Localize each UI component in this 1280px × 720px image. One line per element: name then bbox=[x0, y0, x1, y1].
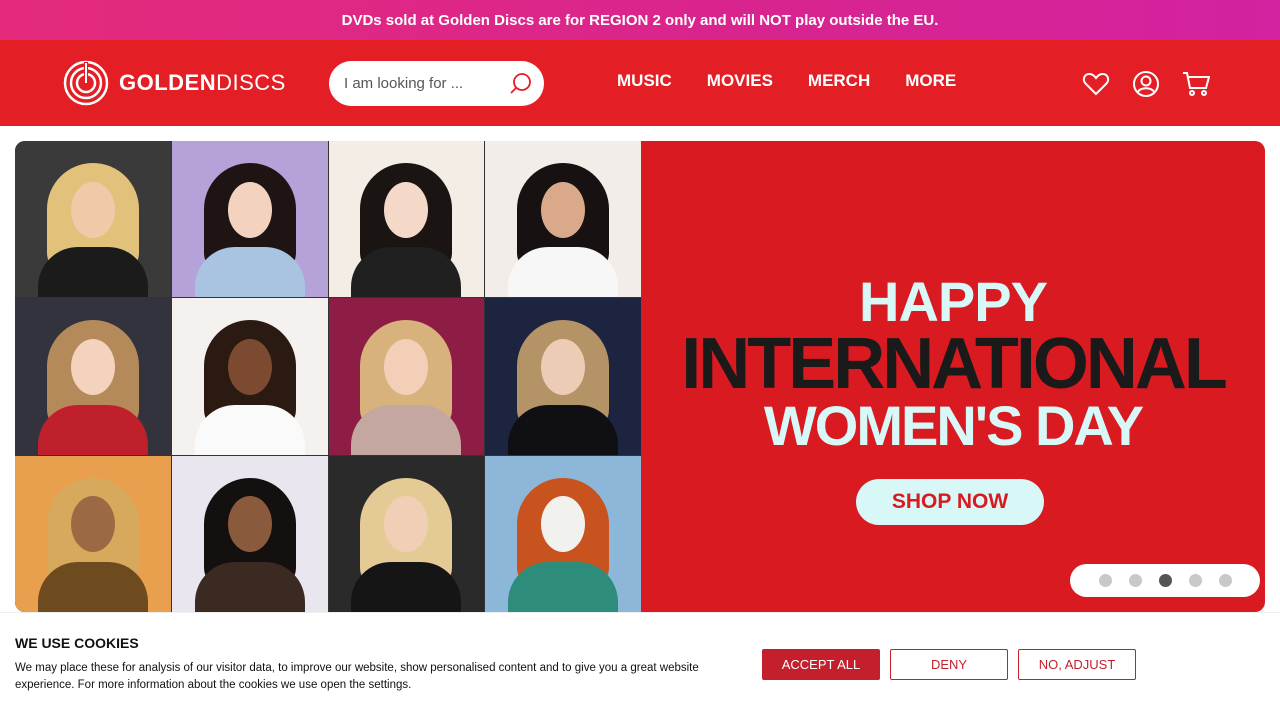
artist-photo bbox=[328, 298, 485, 455]
carousel-pagination bbox=[1070, 564, 1260, 597]
region-announcement-bar: DVDs sold at Golden Discs are for REGION… bbox=[0, 0, 1280, 40]
cookie-title: WE USE COOKIES bbox=[15, 635, 139, 651]
cart-icon[interactable] bbox=[1182, 70, 1211, 98]
hero-banner[interactable]: HAPPY INTERNATIONAL WOMEN'S DAY SHOP NOW bbox=[15, 141, 1265, 612]
adjust-button[interactable]: NO, ADJUST bbox=[1018, 649, 1136, 680]
artist-photo bbox=[171, 455, 328, 612]
cookie-banner: WE USE COOKIES We may place these for an… bbox=[0, 612, 1280, 720]
carousel-dot-2[interactable] bbox=[1128, 574, 1142, 587]
logo-wordmark: GOLDENDISCS bbox=[119, 70, 286, 95]
shop-now-button[interactable]: SHOP NOW bbox=[856, 479, 1044, 525]
promo-panel: HAPPY INTERNATIONAL WOMEN'S DAY SHOP NOW bbox=[641, 141, 1265, 612]
artist-photo bbox=[171, 298, 328, 455]
header-actions bbox=[1082, 70, 1211, 98]
disc-logo-icon bbox=[63, 60, 109, 106]
artist-photo bbox=[485, 141, 641, 298]
carousel-dot-4[interactable] bbox=[1188, 574, 1202, 587]
cookie-text: We may place these for analysis of our v… bbox=[15, 662, 699, 691]
nav-merch[interactable]: MERCH bbox=[808, 71, 870, 91]
nav-music[interactable]: MUSIC bbox=[617, 71, 672, 91]
golden-discs-logo[interactable]: GOLDENDISCS bbox=[63, 60, 286, 106]
artist-photo bbox=[15, 141, 171, 298]
artist-photo bbox=[485, 455, 641, 612]
nav-more[interactable]: MORE bbox=[905, 71, 956, 91]
site-header: GOLDENDISCS MUSIC MOVIES MERCH MORE bbox=[0, 40, 1280, 126]
heart-icon[interactable] bbox=[1082, 70, 1110, 98]
carousel-dot-3[interactable] bbox=[1158, 574, 1172, 587]
artist-photo bbox=[15, 298, 171, 455]
carousel-dot-5[interactable] bbox=[1218, 574, 1232, 587]
artist-photo-collage bbox=[15, 141, 641, 612]
account-icon[interactable] bbox=[1132, 70, 1160, 98]
announcement-text: DVDs sold at Golden Discs are for REGION… bbox=[341, 11, 939, 29]
carousel-dot-1[interactable] bbox=[1098, 574, 1112, 587]
accept-all-button[interactable]: ACCEPT ALL bbox=[762, 649, 880, 680]
search-icon[interactable] bbox=[510, 72, 532, 94]
artist-photo bbox=[171, 141, 328, 298]
main-nav: MUSIC MOVIES MERCH MORE bbox=[617, 71, 956, 91]
promo-line-womens-day: WOMEN'S DAY bbox=[763, 394, 1144, 457]
deny-button[interactable]: DENY bbox=[890, 649, 1008, 680]
search-input[interactable] bbox=[344, 75, 504, 92]
nav-movies[interactable]: MOVIES bbox=[707, 71, 773, 91]
artist-photo bbox=[15, 455, 171, 612]
search-box[interactable] bbox=[329, 61, 544, 106]
artist-photo bbox=[328, 141, 485, 298]
artist-photo bbox=[328, 455, 485, 612]
artist-photo bbox=[485, 298, 641, 455]
